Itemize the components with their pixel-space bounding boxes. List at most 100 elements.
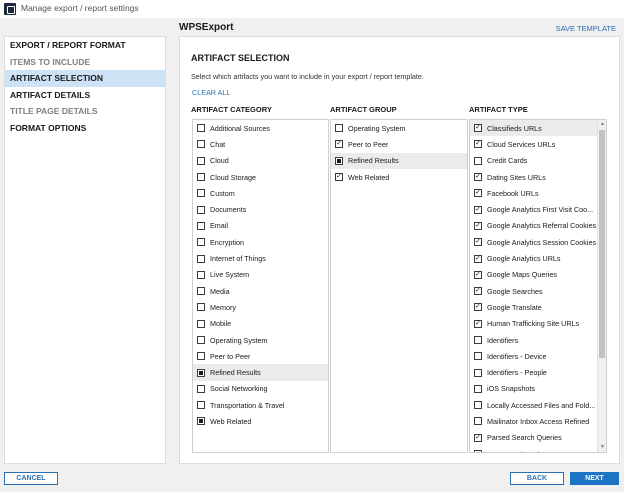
type-row[interactable]: ✓ Google Analytics Referral Cookies [470,218,606,234]
checkbox-checked-icon[interactable]: ✓ [474,238,482,247]
checkbox-checked-icon[interactable]: ✓ [474,319,482,328]
type-row[interactable]: ✓ Google Searches [470,283,606,299]
category-row[interactable]: Chat [193,136,328,152]
checkbox-unchecked-icon[interactable] [197,238,205,247]
group-row[interactable]: ✓ Peer to Peer [331,136,467,152]
checkbox-checked-icon[interactable]: ✓ [474,270,482,279]
type-row[interactable]: iOS Snapshots [470,381,606,397]
category-row[interactable]: Internet of Things [193,250,328,266]
checkbox-unchecked-icon[interactable] [197,124,205,133]
checkbox-unchecked-icon[interactable] [197,352,205,361]
category-row[interactable]: Encryption [193,234,328,250]
checkbox-unchecked-icon[interactable] [474,368,482,377]
checkbox-partial-icon[interactable] [197,417,205,426]
type-list-scrollbar[interactable]: ▲ ▼ [597,120,606,452]
checkbox-checked-icon[interactable]: ✓ [474,173,482,182]
checkbox-checked-icon[interactable]: ✓ [335,173,343,182]
checkbox-unchecked-icon[interactable] [197,303,205,312]
scroll-down-arrow-icon[interactable]: ▼ [598,443,606,452]
checkbox-checked-icon[interactable]: ✓ [474,221,482,230]
checkbox-unchecked-icon[interactable] [474,450,482,452]
category-list[interactable]: Additional Sources Chat Cloud Cloud Storage… [192,119,329,453]
checkbox-unchecked-icon[interactable] [474,352,482,361]
group-row[interactable]: ✓ Web Related [331,169,467,185]
checkbox-checked-icon[interactable]: ✓ [474,205,482,214]
category-row[interactable]: Mobile [193,316,328,332]
category-row[interactable]: Cloud Storage [193,169,328,185]
checkbox-unchecked-icon[interactable] [474,156,482,165]
type-row[interactable]: ✓ Google Analytics Session Cookies [470,234,606,250]
scroll-up-arrow-icon[interactable]: ▲ [598,120,606,129]
checkbox-checked-icon[interactable]: ✓ [474,254,482,263]
category-row[interactable]: Operating System [193,332,328,348]
checkbox-unchecked-icon[interactable] [197,156,205,165]
checkbox-partial-icon[interactable] [335,156,343,165]
type-row[interactable]: Pornography Tokens [470,446,606,452]
type-list[interactable]: ✓ Classifieds URLs ✓ Cloud Services URLs Cre… [469,119,607,453]
checkbox-checked-icon[interactable]: ✓ [474,287,482,296]
checkbox-unchecked-icon[interactable] [197,384,205,393]
checkbox-unchecked-icon[interactable] [474,417,482,426]
type-row[interactable]: ✓ Parsed Search Queries [470,430,606,446]
checkbox-unchecked-icon[interactable] [197,140,205,149]
category-row[interactable]: Social Networking [193,381,328,397]
category-row[interactable]: Additional Sources [193,120,328,136]
sidebar-item-title-page-details[interactable]: TITLE PAGE DETAILS [5,103,165,120]
category-row[interactable]: Transportation & Travel [193,397,328,413]
checkbox-checked-icon[interactable]: ✓ [474,433,482,442]
checkbox-unchecked-icon[interactable] [197,254,205,263]
category-row[interactable]: Cloud [193,153,328,169]
cancel-button[interactable]: CANCEL [4,472,58,485]
category-row[interactable]: Peer to Peer [193,348,328,364]
checkbox-checked-icon[interactable]: ✓ [335,140,343,149]
checkbox-unchecked-icon[interactable] [197,336,205,344]
checkbox-unchecked-icon[interactable] [197,270,205,279]
scroll-thumb[interactable] [599,130,605,358]
sidebar-item-artifact-selection[interactable]: ARTIFACT SELECTION [5,70,165,87]
clear-all-link[interactable]: CLEAR ALL [192,88,230,97]
type-row[interactable]: ✓ Classifieds URLs [470,120,606,137]
sidebar-item-export-report-format[interactable]: EXPORT / REPORT FORMAT [5,37,165,54]
type-row[interactable]: ✓ Google Maps Queries [470,267,606,283]
checkbox-unchecked-icon[interactable] [474,401,482,410]
checkbox-unchecked-icon[interactable] [474,384,482,393]
type-row[interactable]: ✓ Cloud Services URLs [470,136,606,152]
type-row[interactable]: ✓ Dating Sites URLs [470,169,606,185]
group-list[interactable]: Operating System ✓ Peer to Peer Refined Res… [330,119,468,453]
save-template-link[interactable]: SAVE TEMPLATE [556,24,616,33]
type-row[interactable]: ✓ Google Analytics First Visit Coo... [470,201,606,217]
sidebar-item-items-to-include[interactable]: ITEMS TO INCLUDE [5,54,165,71]
type-row[interactable]: ✓ Facebook URLs [470,185,606,201]
sidebar-item-format-options[interactable]: FORMAT OPTIONS [5,120,165,137]
checkbox-unchecked-icon[interactable] [197,173,205,182]
checkbox-checked-icon[interactable]: ✓ [474,303,482,312]
category-row[interactable]: Email [193,218,328,234]
type-row[interactable]: Locally Accessed Files and Fold... [470,397,606,413]
type-row[interactable]: Credit Cards [470,153,606,169]
category-row[interactable]: Web Related [193,413,328,429]
type-row[interactable]: ✓ Human Trafficking Site URLs [470,316,606,332]
sidebar-item-artifact-details[interactable]: ARTIFACT DETAILS [5,87,165,104]
group-row[interactable]: Operating System [331,120,467,136]
checkbox-checked-icon[interactable]: ✓ [474,124,482,133]
category-row[interactable]: Memory [193,299,328,315]
category-row[interactable]: Documents [193,201,328,217]
group-row[interactable]: Refined Results [331,152,467,169]
type-row[interactable]: Identifiers [470,332,606,348]
checkbox-checked-icon[interactable]: ✓ [474,140,482,149]
type-row[interactable]: Identifiers - People [470,364,606,380]
checkbox-checked-icon[interactable]: ✓ [474,189,482,198]
checkbox-unchecked-icon[interactable] [474,336,482,344]
checkbox-unchecked-icon[interactable] [197,221,205,230]
category-row[interactable]: Live System [193,267,328,283]
type-row[interactable]: ✓ Google Translate [470,299,606,315]
category-row[interactable]: Media [193,283,328,299]
category-row[interactable]: Refined Results [193,364,328,381]
checkbox-unchecked-icon[interactable] [197,401,205,410]
next-button[interactable]: NEXT [570,472,619,485]
back-button[interactable]: BACK [510,472,564,485]
checkbox-unchecked-icon[interactable] [197,319,205,328]
checkbox-unchecked-icon[interactable] [335,124,343,133]
checkbox-unchecked-icon[interactable] [197,189,205,198]
checkbox-unchecked-icon[interactable] [197,205,205,214]
